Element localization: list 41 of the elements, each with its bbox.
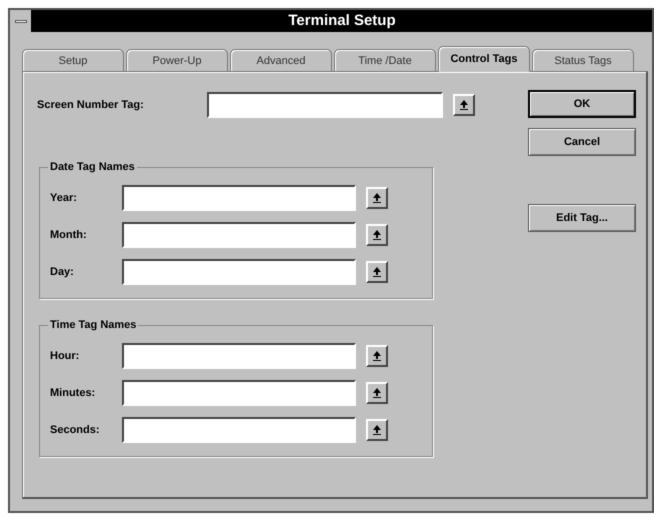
input-field[interactable]: [122, 258, 356, 284]
window-title: Terminal Setup: [287, 11, 397, 31]
up-arrow-icon: [373, 388, 381, 398]
input-field[interactable]: [122, 380, 356, 406]
field-label: Seconds:: [50, 424, 101, 436]
input-field[interactable]: [207, 92, 443, 118]
browse-button[interactable]: [366, 186, 388, 208]
up-arrow-icon: [373, 266, 381, 276]
up-arrow-icon: [373, 192, 381, 202]
system-menu-button[interactable]: [10, 10, 32, 32]
input-field[interactable]: [122, 184, 356, 210]
browse-button[interactable]: [366, 418, 388, 440]
tab[interactable]: Advanced: [230, 49, 332, 72]
tab[interactable]: Control Tags: [438, 46, 530, 72]
field-label: Minutes:: [50, 386, 96, 398]
up-arrow-icon: [373, 350, 381, 360]
up-arrow-icon: [460, 100, 468, 110]
browse-button[interactable]: [366, 224, 388, 246]
browse-button[interactable]: [453, 94, 475, 116]
tab[interactable]: Time /Date: [334, 49, 436, 72]
input-field[interactable]: [122, 222, 356, 248]
tab[interactable]: Setup: [22, 49, 124, 72]
up-arrow-icon: [373, 230, 381, 240]
tab[interactable]: Status Tags: [532, 49, 634, 72]
field-label: Hour:: [50, 350, 80, 362]
group-title: Time Tag Names: [49, 319, 138, 331]
dialog-button[interactable]: Cancel: [528, 128, 636, 156]
input-field[interactable]: [122, 342, 356, 368]
input-field[interactable]: [122, 416, 356, 442]
up-arrow-icon: [373, 424, 381, 434]
browse-button[interactable]: [366, 260, 388, 282]
browse-button[interactable]: [366, 382, 388, 404]
tab[interactable]: Power-Up: [126, 49, 228, 72]
field-label: Month:: [50, 228, 88, 240]
field-label: Screen Number Tag:: [37, 98, 145, 110]
dialog-button[interactable]: Edit Tag...: [528, 204, 636, 232]
field-label: Day:: [50, 266, 75, 278]
field-label: Year:: [50, 192, 78, 204]
browse-button[interactable]: [366, 344, 388, 366]
dialog-button[interactable]: OK: [528, 90, 636, 118]
group-title: Date Tag Names: [49, 161, 136, 173]
